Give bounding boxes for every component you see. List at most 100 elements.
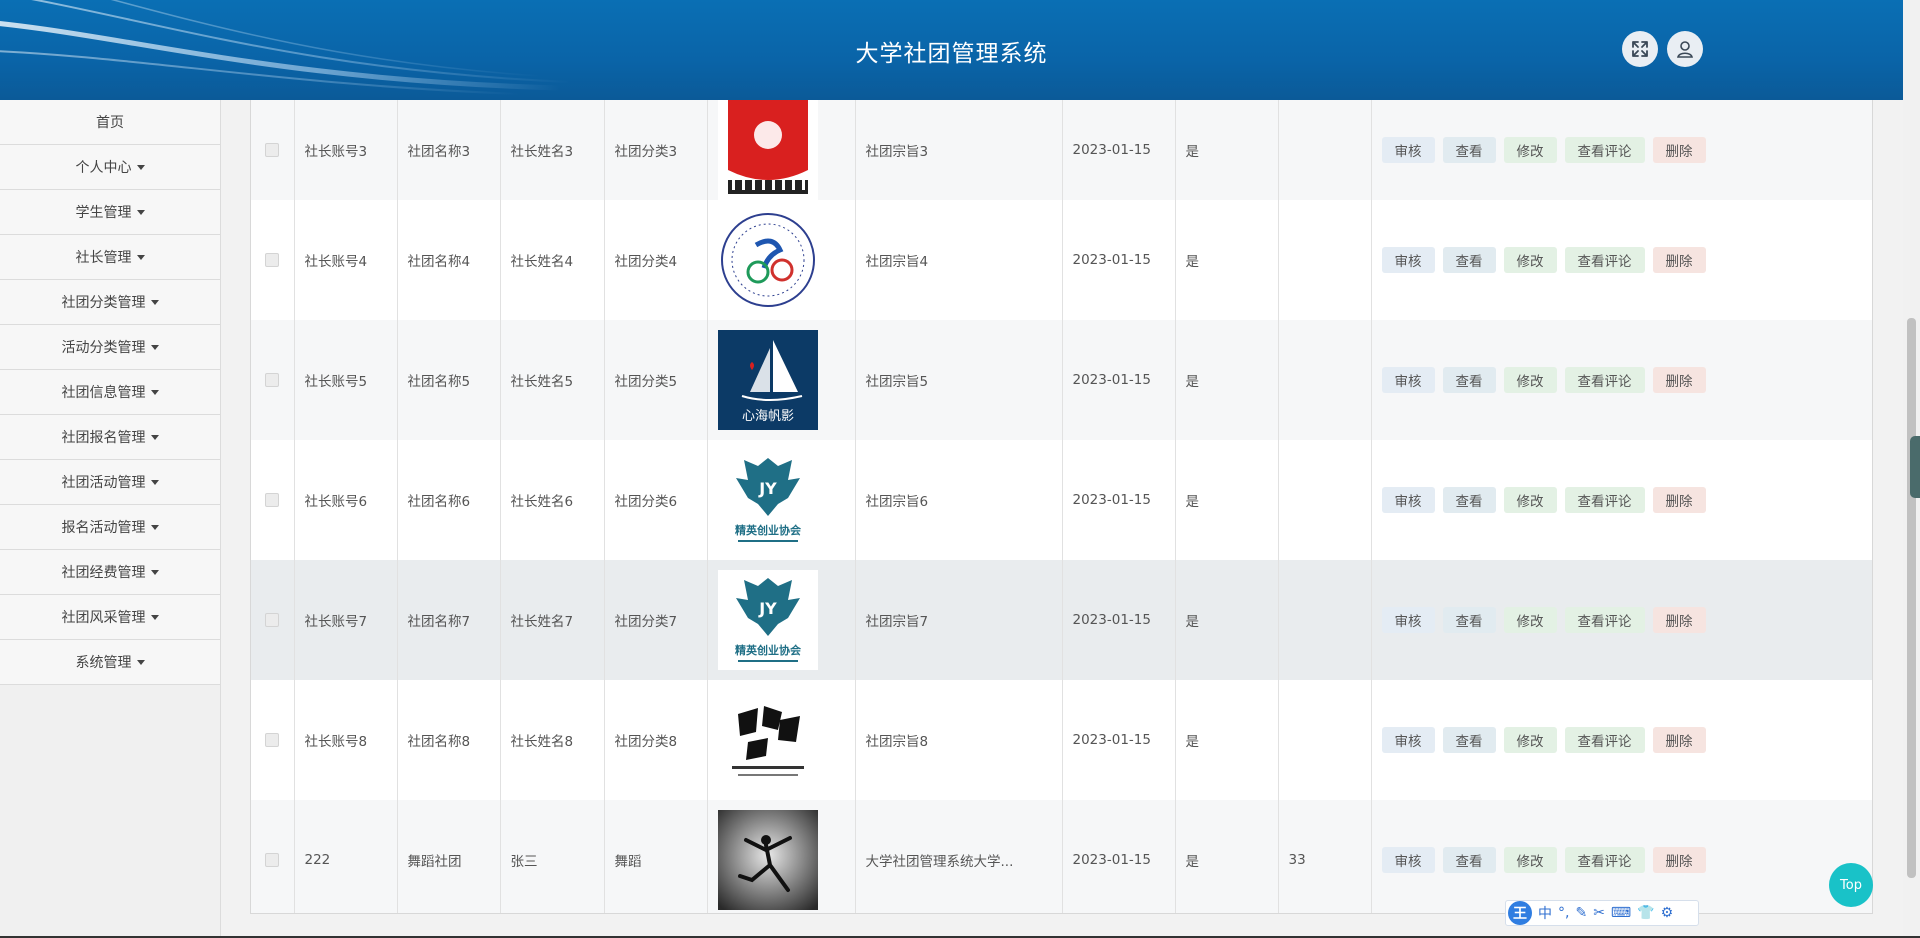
side-edge-tab[interactable] [1910, 436, 1920, 498]
sidebar-item[interactable]: 报名活动管理 [0, 505, 220, 550]
view-comments-button[interactable]: 查看评论 [1564, 607, 1645, 633]
view-comments-button[interactable]: 查看评论 [1564, 727, 1645, 753]
club-purpose-cell: 大学社团管理系统大学... [855, 800, 1063, 913]
row-checkbox[interactable] [265, 373, 280, 387]
edit-button[interactable]: 修改 [1503, 367, 1557, 393]
gear-icon[interactable]: ⚙ [1661, 905, 1674, 921]
punctuation-icon[interactable]: °, [1558, 905, 1569, 921]
club-name-cell: 社团名称5 [397, 320, 501, 440]
sidebar-item[interactable]: 社团经费管理 [0, 550, 220, 595]
president-account-cell: 社长账号8 [294, 680, 398, 800]
table-row: 社长账号8 社团名称8 社长姓名8 社团分类8 社团宗旨8 2023-01-15 是审核 查看… [251, 680, 1872, 800]
row-checkbox[interactable] [265, 253, 280, 267]
view-button[interactable]: 查看 [1442, 487, 1496, 513]
audit-button[interactable]: 审核 [1381, 137, 1435, 163]
club-name-cell: 社团名称7 [397, 560, 501, 680]
club-category-cell: 社团分类6 [604, 440, 708, 560]
table-row: 社长账号6 社团名称6 社长姓名6 社团分类6 JY 精英创业协会 社团宗旨6 2023-01… [251, 440, 1872, 560]
view-comments-button[interactable]: 查看评论 [1564, 487, 1645, 513]
delete-button[interactable]: 删除 [1652, 367, 1706, 393]
sidebar-item[interactable]: 首页 [0, 100, 220, 145]
table-row: 社长账号3 社团名称3 社长姓名3 社团分类3 社团宗旨3 2023-01-15 是审核 查看… [251, 100, 1872, 200]
sidebar-item[interactable]: 学生管理 [0, 190, 220, 235]
app-header: 大学社团管理系统 [0, 0, 1903, 100]
row-checkbox[interactable] [265, 733, 280, 747]
scrollbar-thumb[interactable] [1907, 318, 1916, 878]
sidebar-item[interactable]: 社团信息管理 [0, 370, 220, 415]
sidebar-item[interactable]: 个人中心 [0, 145, 220, 190]
caret-down-icon [136, 659, 145, 665]
sidebar-item[interactable]: 社团分类管理 [0, 280, 220, 325]
row-checkbox[interactable] [265, 613, 280, 627]
caret-down-icon [150, 299, 159, 305]
club-category-cell: 舞蹈 [604, 800, 708, 913]
ime-chinese-toggle[interactable]: 中 [1538, 903, 1552, 923]
delete-button[interactable]: 删除 [1652, 607, 1706, 633]
delete-button[interactable]: 删除 [1652, 847, 1706, 873]
audit-button[interactable]: 审核 [1381, 487, 1435, 513]
keyboard-icon[interactable]: ⌨ [1611, 905, 1631, 921]
sidebar-item[interactable]: 系统管理 [0, 640, 220, 685]
sidebar-item-label: 首页 [96, 115, 124, 131]
delete-button[interactable]: 删除 [1652, 247, 1706, 273]
ime-logo-icon[interactable]: 王 [1508, 901, 1532, 925]
delete-button[interactable]: 删除 [1652, 727, 1706, 753]
view-button[interactable]: 查看 [1442, 367, 1496, 393]
delete-button[interactable]: 删除 [1652, 137, 1706, 163]
operations-cell: 审核 查看 修改 查看评论 删除 [1371, 680, 1872, 800]
club-logo-cell: 心海帆影 [707, 320, 856, 440]
sidebar-item-label: 社团风采管理 [61, 610, 146, 626]
view-button[interactable]: 查看 [1442, 727, 1496, 753]
caret-down-icon [150, 569, 159, 575]
edit-button[interactable]: 修改 [1503, 487, 1557, 513]
sidebar-item[interactable]: 社团风采管理 [0, 595, 220, 640]
sidebar-item[interactable]: 活动分类管理 [0, 325, 220, 370]
scissors-icon[interactable]: ✂ [1593, 905, 1605, 921]
shirt-icon[interactable]: 👕 [1637, 905, 1654, 921]
eagle-club-logo: JY 精英创业协会 [717, 450, 855, 550]
edit-button[interactable]: 修改 [1503, 137, 1557, 163]
extra-cell [1278, 200, 1372, 320]
fullscreen-button[interactable] [1622, 31, 1658, 67]
user-button[interactable] [1667, 31, 1703, 67]
president-account-cell: 社长账号7 [294, 560, 398, 680]
sidebar-item-label: 活动分类管理 [61, 340, 146, 356]
sidebar-item[interactable]: 社团报名管理 [0, 415, 220, 460]
view-button[interactable]: 查看 [1442, 847, 1496, 873]
view-button[interactable]: 查看 [1442, 137, 1496, 163]
edit-button[interactable]: 修改 [1503, 727, 1557, 753]
sidebar-item[interactable]: 社长管理 [0, 235, 220, 280]
view-button[interactable]: 查看 [1442, 247, 1496, 273]
caret-down-icon [136, 164, 145, 170]
view-comments-button[interactable]: 查看评论 [1564, 137, 1645, 163]
president-name-cell: 张三 [500, 800, 605, 913]
sidebar-nav: 首页 个人中心 学生管理 社长管理 社团分类管理 活动分类管理 社团信息管理 社团报名管理 社团… [0, 100, 221, 938]
table-row: 社长账号5 社团名称5 社长姓名5 社团分类5 心海帆影 社团宗旨5 2023-01-15 是… [251, 320, 1872, 440]
view-comments-button[interactable]: 查看评论 [1564, 847, 1645, 873]
operations-cell: 审核 查看 修改 查看评论 删除 [1371, 320, 1872, 440]
audit-button[interactable]: 审核 [1381, 607, 1435, 633]
row-checkbox[interactable] [265, 143, 280, 157]
edit-button[interactable]: 修改 [1503, 247, 1557, 273]
audit-button[interactable]: 审核 [1381, 247, 1435, 273]
svg-text:JY: JY [758, 479, 777, 498]
row-checkbox[interactable] [265, 493, 280, 507]
view-comments-button[interactable]: 查看评论 [1564, 247, 1645, 273]
delete-button[interactable]: 删除 [1652, 487, 1706, 513]
audit-button[interactable]: 审核 [1381, 847, 1435, 873]
sidebar-item-label: 报名活动管理 [61, 520, 146, 536]
back-to-top-button[interactable]: Top [1829, 863, 1873, 907]
audit-button[interactable]: 审核 [1381, 367, 1435, 393]
view-button[interactable]: 查看 [1442, 607, 1496, 633]
view-comments-button[interactable]: 查看评论 [1564, 367, 1645, 393]
edit-button[interactable]: 修改 [1503, 607, 1557, 633]
audit-button[interactable]: 审核 [1381, 727, 1435, 753]
pen-icon[interactable]: ✎ [1575, 905, 1587, 921]
club-purpose-cell: 社团宗旨6 [855, 440, 1063, 560]
president-name-cell: 社长姓名6 [500, 440, 605, 560]
row-checkbox[interactable] [265, 853, 280, 867]
date-cell: 2023-01-15 [1062, 560, 1176, 680]
edit-button[interactable]: 修改 [1503, 847, 1557, 873]
sidebar-item[interactable]: 社团活动管理 [0, 460, 220, 505]
caret-down-icon [150, 389, 159, 395]
